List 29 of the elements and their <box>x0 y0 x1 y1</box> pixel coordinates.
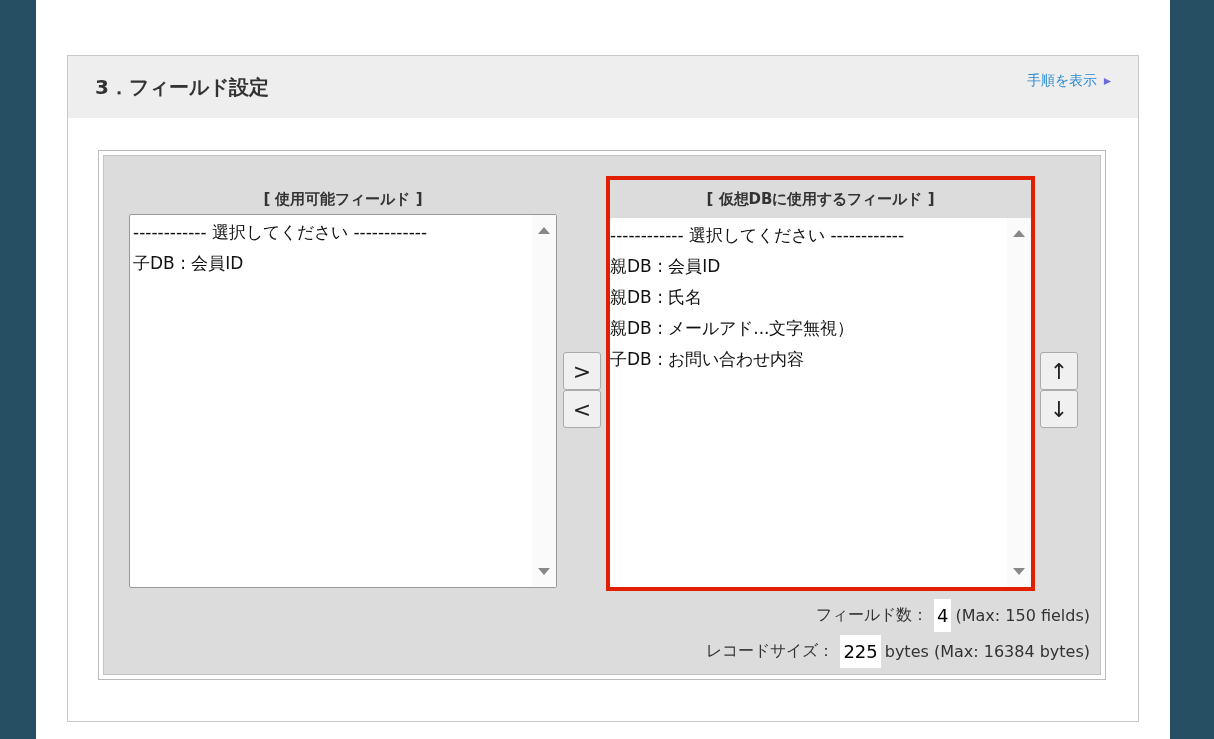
triangle-icon <box>1103 76 1112 86</box>
scroll-up-icon[interactable] <box>537 225 551 235</box>
stat-note: bytes (Max: 16384 bytes) <box>884 641 1090 661</box>
reorder-button[interactable]: ↓ <box>1040 390 1078 428</box>
list-option[interactable]: 親DB : 氏名 <box>610 284 1007 315</box>
scroll-down-icon[interactable] <box>1012 567 1026 577</box>
stat-value: 4 <box>934 598 952 632</box>
field-listbox[interactable]: ------------ 選択してください ------------ 子DB : 会員ID <box>129 214 557 588</box>
stat-label: レコードサイズ： <box>706 640 835 662</box>
field-listbox[interactable]: ------------ 選択してください ------------ 親DB : 会員ID 親DB : 氏名 親DB : メールアド...文字無視） 子DB : お問い合わせ内容 <box>610 218 1031 587</box>
stat-value: 225 <box>840 634 881 668</box>
list-option[interactable]: 子DB : 会員ID <box>130 250 532 281</box>
stat-note: (Max: 150 fields) <box>955 605 1090 625</box>
list-option[interactable]: ------------ 選択してください ------------ <box>610 222 1007 253</box>
list-heading: [ 仮想DBに使用するフィールド ] <box>705 189 936 210</box>
section-title: 3．フィールド設定 <box>95 74 269 101</box>
list-option[interactable]: 子DB : お問い合わせ内容 <box>610 346 1007 377</box>
transfer-button[interactable]: > <box>563 352 601 390</box>
scroll-up-icon[interactable] <box>1012 228 1026 238</box>
scrollbar[interactable] <box>532 215 556 587</box>
scroll-down-icon[interactable] <box>537 567 551 577</box>
scrollbar[interactable] <box>1007 218 1031 587</box>
stat-label: フィールド数： <box>816 604 928 626</box>
list-option[interactable]: 親DB : メールアド...文字無視） <box>610 315 1007 346</box>
transfer-button[interactable]: < <box>563 390 601 428</box>
list-heading: [ 使用可能フィールド ] <box>262 189 424 210</box>
reorder-button[interactable]: ↑ <box>1040 352 1078 390</box>
list-option[interactable]: ------------ 選択してください ------------ <box>130 219 532 250</box>
list-option[interactable]: 親DB : 会員ID <box>610 253 1007 284</box>
